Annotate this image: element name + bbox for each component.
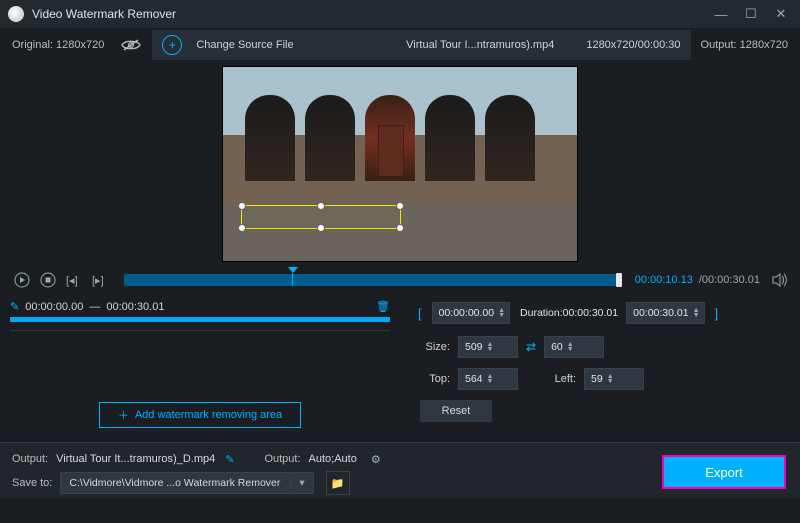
plus-icon: ＋ [118,407,129,423]
segment-row[interactable]: ✎ 00:00:00.00 — 00:00:30.01 🗑 [10,300,390,313]
frame-forward-button[interactable]: [▸] [90,270,110,290]
app-title: Video Watermark Remover [32,7,706,21]
save-path-dropdown[interactable]: C:\Vidmore\Vidmore ...o Watermark Remove… [60,472,313,494]
watermark-selection[interactable] [241,205,401,229]
frame-back-button[interactable]: [◂] [64,270,84,290]
source-meta: 1280x720/00:00:30 [586,39,680,51]
eye-off-icon[interactable] [120,37,142,53]
output-format: Auto;Auto [309,453,357,465]
add-watermark-area-button[interactable]: ＋ Add watermark removing area [99,402,301,428]
left-label: Left: [548,373,576,385]
duration-row: [ 00:00:00.00▲▼ Duration:00:00:30.01 00:… [416,302,784,324]
close-button[interactable]: ✕ [766,0,796,28]
left-input[interactable]: 59▲▼ [584,368,644,390]
volume-icon[interactable] [772,273,788,287]
reset-button[interactable]: Reset [420,400,492,422]
open-folder-button[interactable]: 📁 [326,471,350,495]
progress-end-handle[interactable] [616,273,622,287]
original-label: Original: 1280x720 [12,39,104,51]
maximize-button[interactable]: ☐ [736,0,766,28]
pencil-icon[interactable]: ✎ [225,453,234,466]
size-width-input[interactable]: 509▲▼ [458,336,518,358]
gear-icon[interactable]: ⚙ [371,453,381,466]
source-panel: + Change Source File Virtual Tour I...nt… [152,30,690,60]
output-file-label: Output: [12,453,48,465]
duration-end-input[interactable]: 00:00:30.01▲▼ [626,302,704,324]
export-button[interactable]: Export [662,455,786,489]
source-filename: Virtual Tour I...ntramuros).mp4 [406,39,554,51]
play-button[interactable] [12,270,32,290]
output-filename: Virtual Tour It...tramuros)_D.mp4 [56,453,215,465]
progress-bar[interactable] [124,274,621,286]
top-label: Top: [416,373,450,385]
bottom-bar: Output: Virtual Tour It...tramuros)_D.mp… [0,442,800,498]
brush-icon: ✎ [10,300,19,313]
segment-end: 00:00:30.01 [106,301,164,313]
change-source-button[interactable]: Change Source File [196,39,293,51]
app-logo [8,6,24,22]
size-height-input[interactable]: 60▲▼ [544,336,604,358]
output-format-label: Output: [264,453,300,465]
video-preview[interactable] [223,67,577,261]
titlebar: Video Watermark Remover ― ☐ ✕ [0,0,800,28]
bracket-start-icon[interactable]: [ [416,306,424,321]
duration-label: Duration:00:00:30.01 [520,307,618,319]
segments-panel: ✎ 00:00:00.00 — 00:00:30.01 🗑 ＋ Add wate… [0,294,400,442]
svg-text:[▸]: [▸] [92,275,104,287]
svg-text:[◂]: [◂] [66,275,78,287]
playhead-marker[interactable] [293,267,298,286]
link-icon[interactable]: ⇄ [526,340,536,354]
save-to-label: Save to: [12,477,52,489]
size-row: Size: 509▲▼ ⇄ 60▲▼ [416,336,784,358]
source-bar: Original: 1280x720 + Change Source File … [0,28,800,62]
minimize-button[interactable]: ― [706,0,736,28]
time-current: 00:00:10.13 [635,274,693,286]
segment-bar[interactable] [10,317,390,322]
stop-button[interactable] [38,270,58,290]
preview-area [0,62,800,266]
size-label: Size: [416,341,450,353]
lower-panel: ✎ 00:00:00.00 — 00:00:30.01 🗑 ＋ Add wate… [0,294,800,442]
properties-panel: [ 00:00:00.00▲▼ Duration:00:00:30.01 00:… [400,294,800,442]
top-input[interactable]: 564▲▼ [458,368,518,390]
chevron-down-icon: ▾ [290,477,304,489]
segment-start: 00:00:00.00 [25,301,83,313]
output-resolution: Output: 1280x720 [701,39,788,51]
plus-circle-icon[interactable]: + [162,35,182,55]
position-row: Top: 564▲▼ Left: 59▲▼ [416,368,784,390]
duration-start-input[interactable]: 00:00:00.00▲▼ [432,302,510,324]
trash-icon[interactable]: 🗑 [376,300,390,313]
time-total: /00:00:30.01 [699,274,760,286]
playback-controls: [◂] [▸] 00:00:10.13/00:00:30.01 [0,266,800,294]
bracket-end-icon[interactable]: ] [713,306,721,321]
